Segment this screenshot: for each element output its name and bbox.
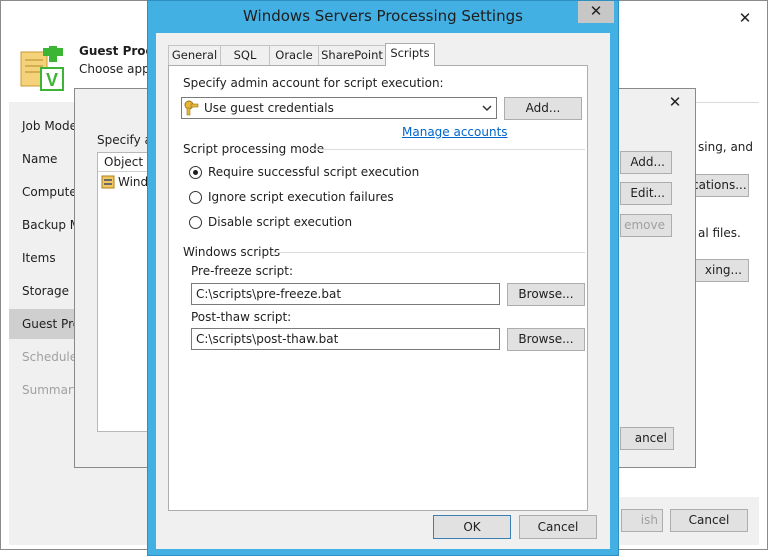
- applications-close-icon[interactable]: ✕: [663, 93, 687, 111]
- postthaw-label: Post-thaw script:: [191, 310, 292, 324]
- wizard-text-processing: sing, and: [698, 140, 754, 154]
- guest-processing-icon: V: [20, 46, 64, 91]
- windows-scripts-divider: [273, 252, 585, 253]
- radio-require-label[interactable]: Require successful script execution: [208, 165, 419, 179]
- wizard-cancel-button[interactable]: Cancel: [670, 509, 748, 532]
- tab-sharepoint[interactable]: SharePoint: [318, 45, 386, 65]
- prefreeze-label: Pre-freeze script:: [191, 264, 294, 278]
- wizard-header-subtitle: Choose appli: [79, 62, 157, 76]
- server-icon: [101, 175, 115, 189]
- radio-ignore-label[interactable]: Ignore script execution failures: [208, 190, 394, 204]
- nav-item-name[interactable]: Name: [22, 152, 57, 166]
- svg-text:V: V: [46, 70, 58, 90]
- postthaw-browse-button[interactable]: Browse...: [507, 328, 585, 351]
- dialog-close-icon: ✕: [589, 2, 603, 20]
- tab-scripts[interactable]: Scripts: [385, 43, 435, 66]
- manage-accounts-link[interactable]: Manage accounts: [402, 125, 508, 139]
- radio-disable[interactable]: [189, 216, 202, 229]
- nav-item-computer[interactable]: Computer: [22, 185, 82, 199]
- tab-sql[interactable]: SQL: [220, 45, 270, 65]
- processing-settings-dialog: Windows Servers Processing Settings ✕ Ge…: [147, 0, 619, 556]
- wizard-close-icon[interactable]: ✕: [733, 9, 757, 27]
- dialog-body: General SQL Oracle SharePoint Scripts Sp…: [156, 33, 610, 549]
- radio-ignore[interactable]: [189, 191, 202, 204]
- script-mode-label: Script processing mode: [183, 142, 325, 156]
- add-account-button[interactable]: Add...: [504, 97, 582, 120]
- dialog-title: Windows Servers Processing Settings: [243, 7, 523, 25]
- prefreeze-input[interactable]: C:\scripts\pre-freeze.bat: [191, 283, 500, 305]
- applications-list[interactable]: Object Wind: [97, 152, 151, 432]
- credentials-select[interactable]: Use guest credentials: [181, 97, 497, 119]
- tab-general[interactable]: General: [168, 45, 221, 65]
- list-header: Object: [98, 153, 150, 172]
- column-object[interactable]: Object: [104, 155, 143, 169]
- tab-oracle[interactable]: Oracle: [269, 45, 319, 65]
- key-icon: [184, 100, 199, 116]
- nav-item-summary[interactable]: Summary: [22, 383, 80, 397]
- chevron-down-icon: [482, 105, 492, 112]
- prefreeze-browse-button[interactable]: Browse...: [507, 283, 585, 306]
- applications-edit-button[interactable]: Edit...: [620, 182, 672, 205]
- dialog-cancel-button[interactable]: Cancel: [519, 515, 597, 539]
- radio-disable-label[interactable]: Disable script execution: [208, 215, 352, 229]
- nav-item-job-mode[interactable]: Job Mode: [22, 119, 77, 133]
- wizard-text-files: al files.: [698, 226, 741, 240]
- nav-item-guest-processing[interactable]: Guest Pro: [22, 317, 80, 331]
- script-mode-divider: [309, 149, 585, 150]
- finish-button[interactable]: ish: [621, 509, 663, 532]
- applications-remove-button[interactable]: emove: [620, 214, 672, 237]
- radio-require[interactable]: [189, 166, 202, 179]
- applications-add-button[interactable]: Add...: [620, 151, 672, 174]
- applications-button[interactable]: cations...: [691, 174, 749, 197]
- postthaw-input[interactable]: C:\scripts\post-thaw.bat: [191, 328, 500, 350]
- admin-account-label: Specify admin account for script executi…: [183, 76, 444, 90]
- scripts-panel: Specify admin account for script executi…: [168, 65, 588, 511]
- indexing-button[interactable]: xing...: [691, 259, 749, 282]
- nav-item-schedule[interactable]: Schedule: [22, 350, 77, 364]
- nav-item-storage[interactable]: Storage: [22, 284, 69, 298]
- dialog-close-button[interactable]: ✕: [578, 1, 614, 23]
- nav-item-backup-mode[interactable]: Backup M: [22, 218, 80, 232]
- windows-scripts-label: Windows scripts: [183, 245, 281, 259]
- ok-button[interactable]: OK: [433, 515, 511, 539]
- list-item[interactable]: Wind: [118, 175, 148, 189]
- applications-cancel-button[interactable]: ancel: [620, 427, 674, 450]
- credentials-value: Use guest credentials: [204, 101, 334, 115]
- nav-item-items[interactable]: Items: [22, 251, 56, 265]
